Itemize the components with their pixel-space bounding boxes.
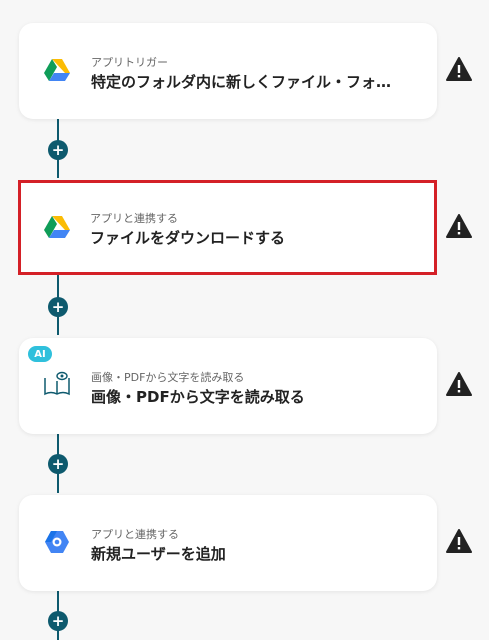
step-subtitle: アプリトリガー (91, 56, 168, 69)
flow-step-card[interactable]: 画像・PDFから文字を読み取る 画像・PDFから文字を読み取る (19, 338, 437, 434)
google-workspace-icon (45, 531, 69, 553)
warning-icon[interactable] (446, 529, 472, 553)
flow-step-card-selected[interactable]: アプリと連携する ファイルをダウンロードする (18, 180, 437, 275)
ocr-book-eye-icon (44, 371, 70, 396)
warning-icon[interactable] (446, 214, 472, 238)
add-step-button[interactable]: + (48, 140, 68, 160)
flow-step-card[interactable]: アプリと連携する 新規ユーザーを追加 (19, 495, 437, 591)
step-title: 新規ユーザーを追加 (91, 545, 226, 563)
add-step-button[interactable]: + (48, 611, 68, 631)
warning-icon[interactable] (446, 57, 472, 81)
step-title: 画像・PDFから文字を読み取る (91, 388, 305, 406)
warning-icon[interactable] (446, 372, 472, 396)
ai-badge: AI (28, 346, 52, 362)
flow-step-card[interactable]: アプリトリガー 特定のフォルダ内に新しくファイル・フォ… (19, 23, 437, 119)
google-drive-icon (44, 216, 70, 238)
add-step-button[interactable]: + (48, 297, 68, 317)
step-title: 特定のフォルダ内に新しくファイル・フォ… (91, 73, 392, 91)
step-subtitle: アプリと連携する (90, 212, 178, 225)
step-subtitle: アプリと連携する (91, 528, 179, 541)
google-drive-icon (44, 59, 70, 81)
step-title: ファイルをダウンロードする (90, 229, 286, 247)
step-subtitle: 画像・PDFから文字を読み取る (91, 371, 245, 384)
add-step-button[interactable]: + (48, 454, 68, 474)
